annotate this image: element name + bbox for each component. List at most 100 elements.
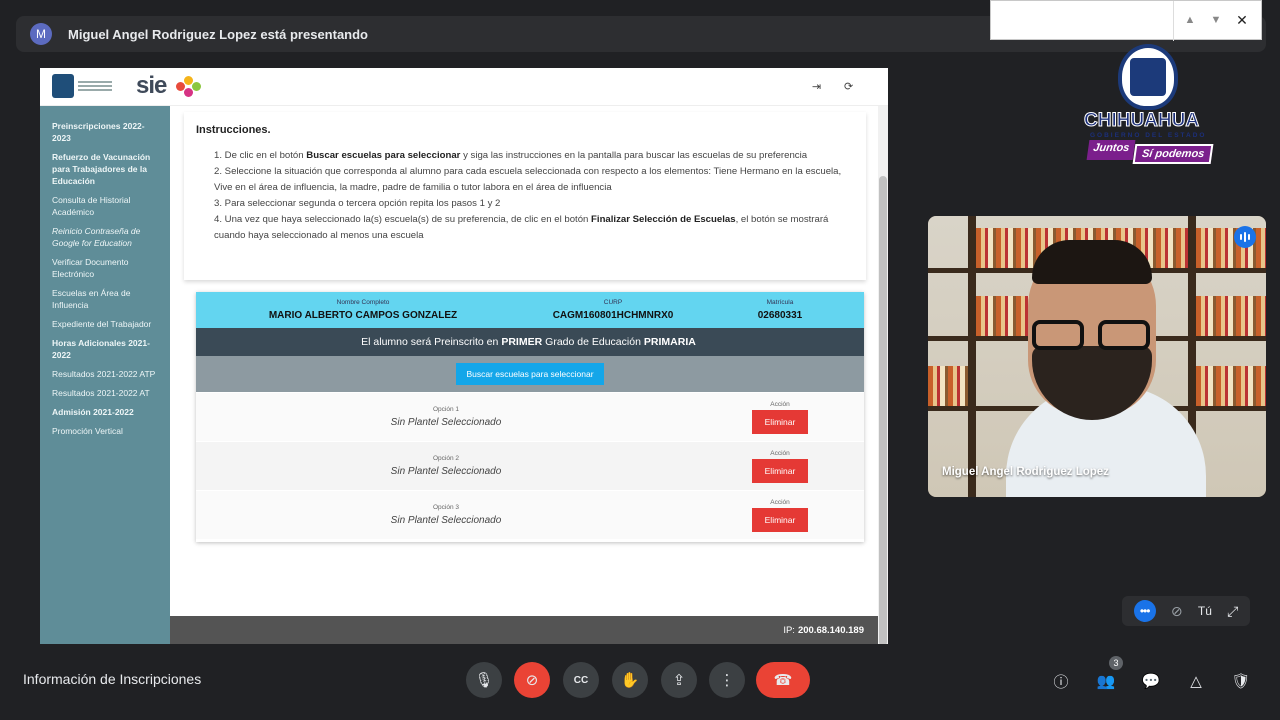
student-matricula: 02680331 [757, 310, 803, 321]
student-curp-col: CURP CAGM160801HCHMNRX0 [530, 292, 696, 328]
options-list: Opción 1 Sin Plantel Seleccionado Acción… [196, 392, 864, 539]
app-header: sie ⇥ ⟳ [40, 68, 888, 106]
present-icon: ⇪ [672, 672, 686, 689]
mic-button[interactable]: 🎙 [466, 662, 502, 698]
logo-text-lines [78, 81, 112, 91]
participant-name: Miguel Angel Rodriguez Lopez [942, 466, 1109, 478]
state-seal-icon [1118, 44, 1178, 110]
self-preview[interactable]: ••• ⊘ Tú ⤢ [1122, 596, 1250, 626]
shield-icon: 🛡 [1231, 673, 1251, 690]
scrollbar[interactable] [878, 106, 888, 644]
people-button[interactable]: 👥 [1093, 668, 1119, 694]
camera-button[interactable]: ⊘ [514, 662, 550, 698]
meeting-info-button[interactable]: ⓘ [1048, 668, 1074, 694]
sidebar-item-promocion[interactable]: Promoción Vertical [52, 425, 162, 437]
presenter-avatar: M [30, 23, 52, 45]
ip-label: IP: [783, 624, 795, 636]
info-icon: ⓘ [1053, 673, 1069, 691]
chat-button[interactable]: 💬 [1138, 668, 1164, 694]
camera-off-icon: ⊘ [525, 672, 539, 689]
find-close-icon[interactable]: ✕ [1229, 7, 1255, 33]
delete-button[interactable]: Eliminar [752, 458, 808, 483]
sidebar-item-refuerzo-vacunacion[interactable]: Refuerzo de Vacunación para Trabajadores… [52, 151, 162, 187]
more-options-button[interactable]: ⋮ [709, 662, 745, 698]
app-sidebar: Preinscripciones 2022-2023 Refuerzo de V… [40, 106, 170, 644]
host-controls-button[interactable]: 🛡 [1228, 668, 1254, 694]
app-main: Instrucciones. 1. De clic en el botón Bu… [170, 106, 888, 616]
delete-button[interactable]: Eliminar [752, 409, 808, 434]
option-row: Opción 1 Sin Plantel Seleccionado Acción… [196, 392, 864, 441]
option-info: Opción 3 Sin Plantel Seleccionado [196, 504, 696, 526]
speaking-indicator-icon [1234, 226, 1256, 248]
instruction-step-3: 3. Para seleccionar segunda o tercera op… [214, 198, 501, 209]
more-options-icon[interactable]: ••• [1133, 600, 1156, 622]
sidebar-item-resultados-at[interactable]: Resultados 2021-2022 AT [52, 387, 162, 399]
option-info: Opción 2 Sin Plantel Seleccionado [196, 455, 696, 477]
people-count-badge: 3 [1109, 656, 1123, 670]
student-matricula-label: Matrícula [766, 299, 794, 306]
sidebar-item-historial[interactable]: Consulta de Historial Académico [52, 194, 162, 218]
present-button[interactable]: ⇪ [661, 662, 697, 698]
search-row: Buscar escuelas para seleccionar [196, 356, 864, 392]
raise-hand-button[interactable]: ✋ [612, 662, 648, 698]
camera-off-icon: ⊘ [1170, 602, 1183, 619]
glasses [1032, 320, 1152, 350]
mic-icon: 🎙 [474, 672, 494, 689]
student-name-col: Nombre Completo MARIO ALBERTO CAMPOS GON… [196, 292, 530, 328]
state-seal-icon [52, 74, 74, 98]
option-row: Opción 3 Sin Plantel Seleccionado Acción… [196, 490, 864, 539]
meeting-title: Información de Inscripciones [23, 671, 202, 687]
instructions-panel: Instrucciones. 1. De clic en el botón Bu… [184, 112, 866, 280]
delete-button[interactable]: Eliminar [752, 507, 808, 532]
action-label: Acción [770, 498, 790, 506]
sidebar-item-escuelas-area[interactable]: Escuelas en Área de Influencia [52, 287, 162, 311]
sidebar-item-verificar-documento[interactable]: Verificar Documento Electrónico [52, 256, 162, 280]
student-name: MARIO ALBERTO CAMPOS GONZALEZ [268, 310, 458, 321]
shared-screen: sie ⇥ ⟳ Preinscripciones 2022-2023 Refue… [40, 68, 888, 644]
chat-icon: 💬 [1141, 673, 1161, 690]
action-label: Acción [770, 400, 790, 408]
hand-icon: ✋ [620, 672, 640, 689]
option-value: Sin Plantel Seleccionado [390, 417, 502, 428]
instruction-step-2: 2. Seleccione la situación que correspon… [214, 166, 842, 193]
find-bar[interactable]: ▲ ▼ ✕ [990, 0, 1262, 41]
find-separator [1173, 1, 1174, 41]
sie-dots-icon [176, 76, 204, 98]
option-row: Opción 2 Sin Plantel Seleccionado Acción… [196, 441, 864, 490]
sidebar-item-preinscripciones[interactable]: Preinscripciones 2022-2023 [52, 120, 162, 144]
leave-call-button[interactable]: ☎ [756, 662, 810, 698]
scrollbar-thumb[interactable] [879, 176, 887, 644]
sidebar-item-admision[interactable]: Admisión 2021-2022 [52, 406, 162, 418]
option-action: Acción Eliminar [696, 401, 864, 434]
instruction-step-1: 1. De clic en el botón Buscar escuelas p… [214, 150, 808, 161]
student-curp: CAGM160801HCHMNRX0 [552, 310, 674, 321]
sidebar-item-reinicio-contrasena[interactable]: Reinicio Contraseña de Google for Educat… [52, 225, 162, 249]
presenter-text: Miguel Angel Rodriguez Lopez está presen… [68, 26, 368, 42]
find-prev-icon[interactable]: ▲ [1177, 7, 1203, 33]
activities-icon: △ [1190, 673, 1202, 690]
grade-banner: El alumno será Preinscrito en PRIMER Gra… [196, 328, 864, 356]
captions-icon: CC [573, 674, 589, 686]
participant-video-tile[interactable]: Miguel Angel Rodriguez Lopez [928, 216, 1266, 497]
find-next-icon[interactable]: ▼ [1203, 7, 1229, 33]
more-icon: ⋮ [719, 672, 735, 689]
sidebar-item-horas-adicionales[interactable]: Horas Adicionales 2021-2022 [52, 337, 162, 361]
search-schools-button[interactable]: Buscar escuelas para seleccionar [456, 363, 604, 385]
refresh-icon[interactable]: ⟳ [844, 80, 853, 93]
student-header: Nombre Completo MARIO ALBERTO CAMPOS GON… [196, 292, 864, 328]
instruction-step-4: 4. Una vez que haya seleccionado la(s) e… [214, 214, 829, 241]
sie-logo: sie [136, 72, 167, 99]
logout-icon[interactable]: ⇥ [812, 80, 821, 93]
sidebar-item-expediente[interactable]: Expediente del Trabajador [52, 318, 162, 330]
student-curp-label: CURP [603, 299, 623, 306]
meet-window: M Miguel Angel Rodriguez Lopez está pres… [0, 0, 1280, 720]
option-label: Opción 3 [432, 504, 460, 511]
instructions-title: Instrucciones. [196, 124, 271, 136]
instructions-list: 1. De clic en el botón Buscar escuelas p… [196, 148, 854, 244]
student-card: Nombre Completo MARIO ALBERTO CAMPOS GON… [196, 292, 864, 542]
sidebar-item-resultados-atp[interactable]: Resultados 2021-2022 ATP [52, 368, 162, 380]
captions-button[interactable]: CC [563, 662, 599, 698]
student-name-label: Nombre Completo [336, 299, 390, 306]
activities-button[interactable]: △ [1183, 668, 1209, 694]
expand-icon[interactable]: ⤢ [1227, 603, 1238, 620]
